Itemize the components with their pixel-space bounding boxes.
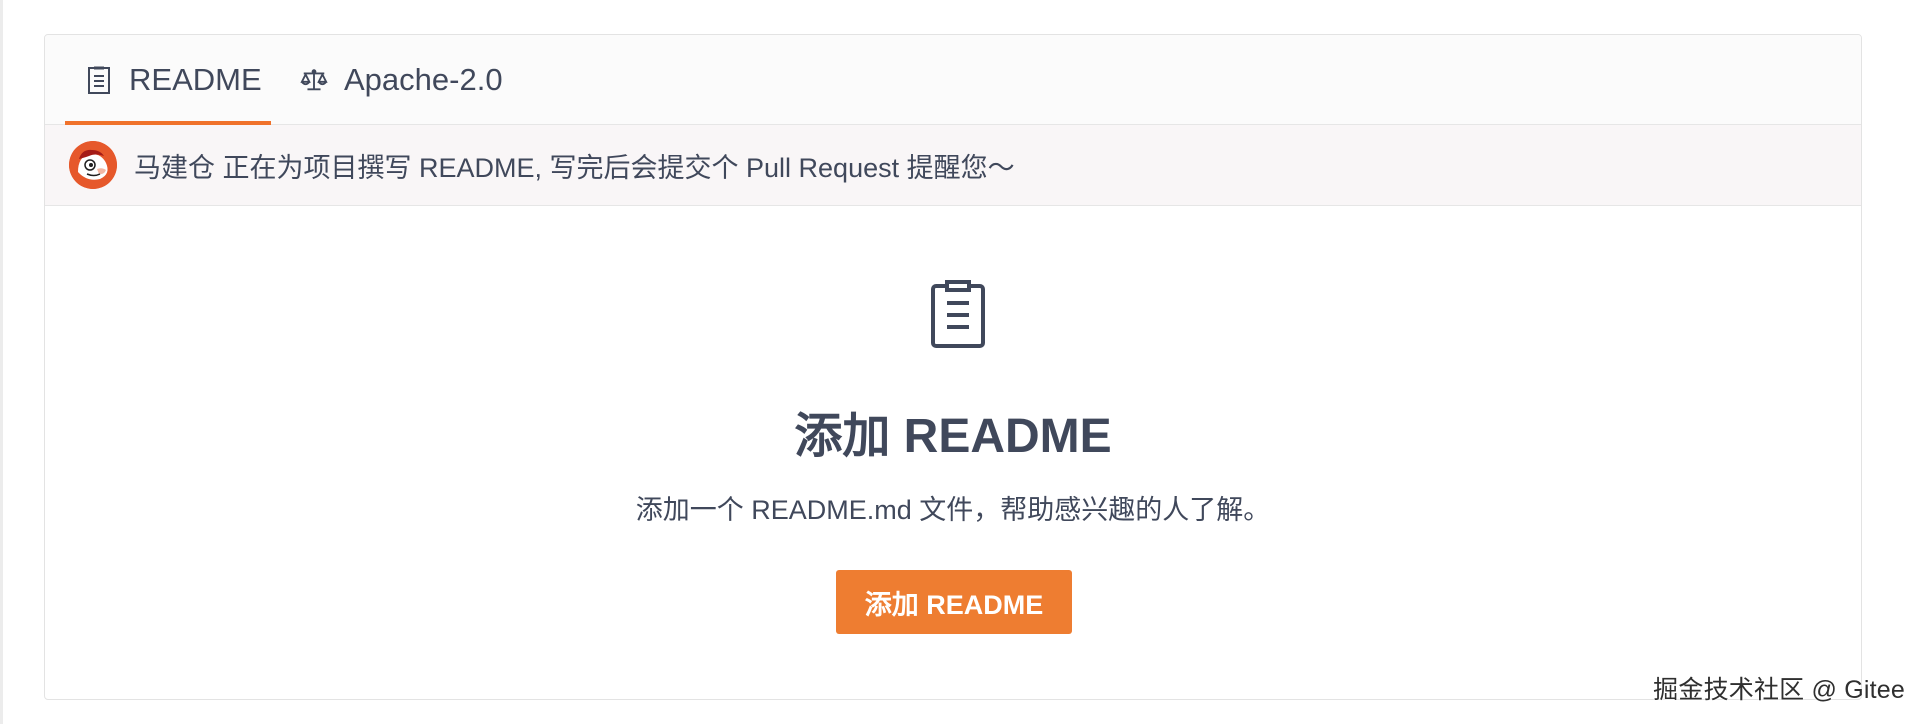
tab-license[interactable]: Apache-2.0 (300, 35, 503, 124)
document-icon (85, 64, 113, 96)
document-icon (929, 280, 987, 350)
scale-icon (300, 64, 328, 96)
empty-state-description: 添加一个 README.md 文件，帮助感兴趣的人了解。 (635, 495, 1271, 525)
tab-bar: README Apache-2.0 (45, 35, 1861, 125)
notice-bar: 马建仓 正在为项目撰写 README, 写完后会提交个 Pull Request… (45, 125, 1861, 206)
add-readme-button[interactable]: 添加 README (836, 570, 1072, 634)
watermark: 掘金技术社区 @ Gitee (1653, 676, 1905, 704)
tab-license-label: Apache-2.0 (344, 61, 503, 97)
notice-text: 马建仓 正在为项目撰写 README, 写完后会提交个 Pull Request… (134, 152, 1015, 183)
readme-panel: README Apache-2.0 马建仓 正在为项目撰写 README, 写完… (44, 34, 1862, 700)
tab-readme[interactable]: README (65, 35, 282, 124)
avatar (69, 141, 117, 189)
active-tab-indicator (65, 121, 271, 125)
left-border-line (0, 0, 3, 724)
empty-state: 添加 README 添加一个 README.md 文件，帮助感兴趣的人了解。 添… (45, 206, 1861, 699)
tab-readme-label: README (129, 61, 262, 97)
empty-state-title: 添加 README (794, 410, 1112, 463)
